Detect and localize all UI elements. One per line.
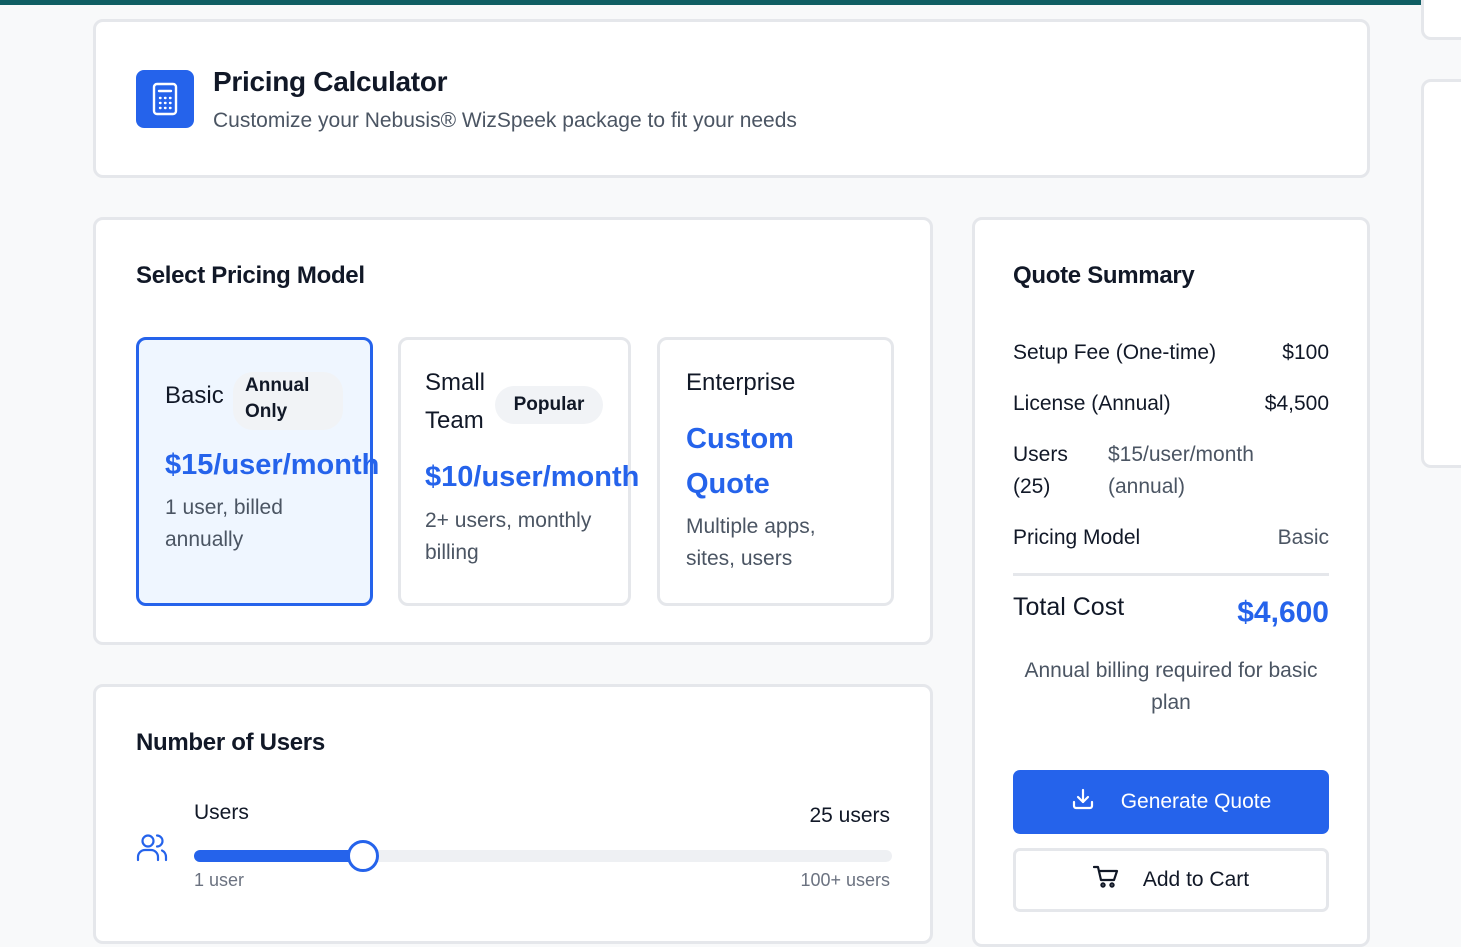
summary-divider <box>1013 573 1329 576</box>
number-of-users-card: Number of Users Users 25 users 1 user 10… <box>93 684 933 944</box>
license-row: License (Annual) $4,500 <box>1013 388 1329 420</box>
users-slider-handle[interactable] <box>347 840 380 872</box>
plan-description: 1 user, billed annually <box>165 496 283 551</box>
offscreen-panel <box>1421 0 1461 40</box>
users-slider-fill <box>194 850 364 862</box>
plan-description: Multiple apps, sites, users <box>686 515 816 570</box>
plan-option-basic[interactable]: Basic Annual Only $15/user/month 1 user,… <box>136 337 379 606</box>
top-accent-bar <box>0 0 1461 5</box>
generate-quote-label: Generate Quote <box>1120 790 1272 813</box>
users-summary-value: $15/user/month (annual) <box>1108 443 1254 498</box>
plan-name: Small Team <box>425 369 486 434</box>
slider-max-label: 100+ users <box>800 870 890 890</box>
users-slider-label: Users <box>194 801 249 824</box>
setup-fee-row: Setup Fee (One-time) $100 <box>1013 337 1329 369</box>
pricing-model-label: Pricing Model <box>1013 526 1141 549</box>
pricing-model-card: Select Pricing Model Basic Annual Only $… <box>93 217 933 645</box>
plan-name: Basic <box>165 382 224 409</box>
users-slider-track[interactable] <box>194 840 892 872</box>
pricing-model-value: Basic <box>1277 526 1329 549</box>
generate-quote-button[interactable]: Generate Quote <box>1013 770 1329 834</box>
license-value: $4,500 <box>1264 392 1329 415</box>
plan-name: Enterprise <box>686 369 796 396</box>
popular-badge: Popular <box>495 386 603 424</box>
offscreen-panel <box>1421 79 1461 468</box>
add-to-cart-label: Add to Cart <box>1142 868 1250 891</box>
license-label: License (Annual) <box>1013 392 1171 415</box>
plan-option-small-team[interactable]: Small Team Popular $10/user/month 2+ use… <box>398 337 639 606</box>
plan-price: $10/user/month <box>425 461 640 493</box>
cart-icon <box>1092 865 1119 895</box>
total-cost-value: $4,600 <box>1237 596 1329 629</box>
quote-summary-card: Quote Summary Setup Fee (One-time) $100 … <box>972 217 1370 947</box>
setup-fee-value: $100 <box>1282 341 1329 364</box>
pricing-model-row: Pricing Model Basic <box>1013 522 1329 554</box>
slider-min-label: 1 user <box>194 870 245 890</box>
users-summary-label: Users (25) <box>1013 443 1068 498</box>
calculator-icon <box>136 70 194 128</box>
annual-only-badge: Annual Only <box>233 372 343 430</box>
plan-price: Custom Quote <box>686 423 794 500</box>
total-cost-label: Total Cost <box>1013 593 1125 621</box>
plan-price: $15/user/month <box>165 449 380 481</box>
billing-note: Annual billing required for basic plan <box>1024 659 1318 714</box>
pricing-model-title: Select Pricing Model <box>136 262 365 289</box>
download-icon <box>1071 787 1095 817</box>
quote-summary-title: Quote Summary <box>1013 262 1195 289</box>
plan-description: 2+ users, monthly billing <box>425 509 592 564</box>
header-card: Pricing Calculator Customize your Nebusi… <box>93 19 1370 178</box>
page-title: Pricing Calculator <box>213 66 448 97</box>
page-subtitle: Customize your Nebusis® WizSpeek package… <box>213 109 797 132</box>
plan-option-enterprise[interactable]: Enterprise Custom Quote Multiple apps, s… <box>657 337 894 606</box>
users-row: Users (25) $15/user/month (annual) <box>1013 439 1329 503</box>
users-count-value: 25 users <box>809 804 890 827</box>
users-icon <box>136 832 168 867</box>
add-to-cart-button[interactable]: Add to Cart <box>1013 848 1329 912</box>
users-section-title: Number of Users <box>136 729 325 756</box>
setup-fee-label: Setup Fee (One-time) <box>1013 341 1217 364</box>
